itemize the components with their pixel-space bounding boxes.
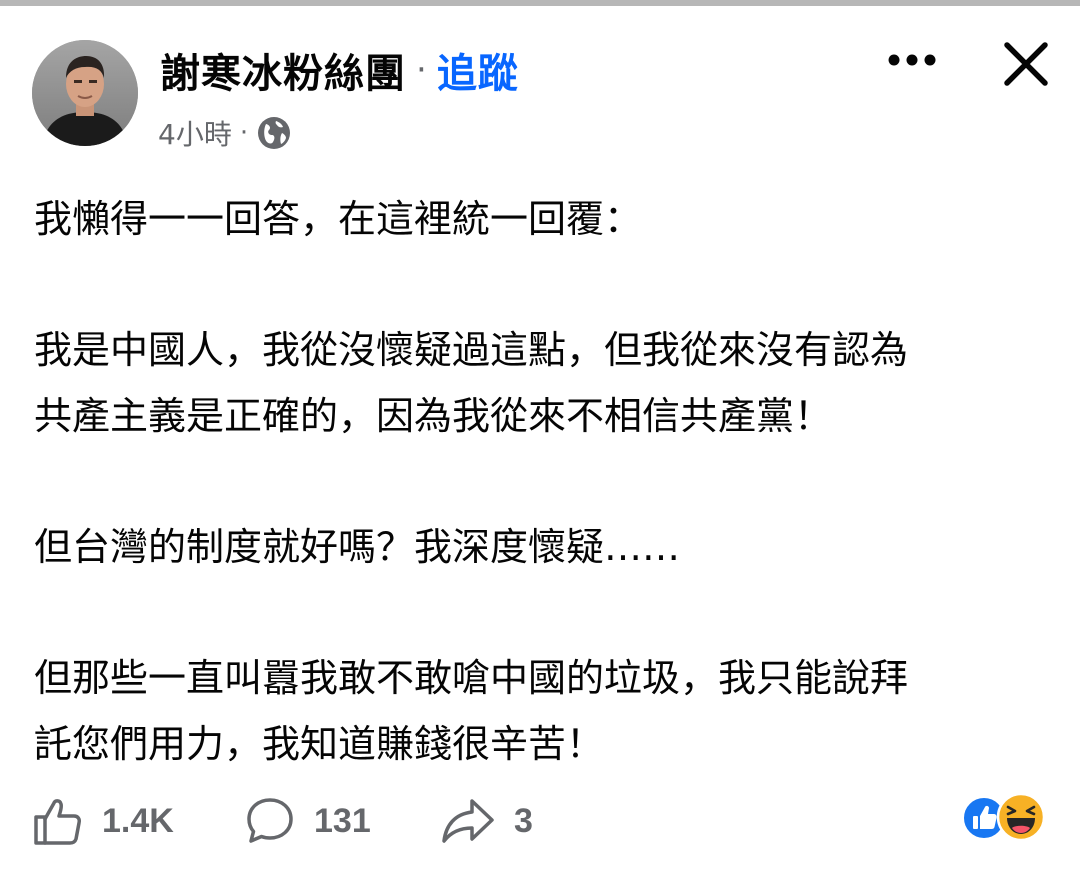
- post-body: 我懶得一一回答，在這裡統一回覆： 我是中國人，我從沒懷疑過這點，但我從來沒有認為…: [34, 186, 1054, 777]
- like-count: 1.4K: [102, 801, 174, 840]
- comment-bubble-icon: [247, 798, 293, 843]
- share-count: 3: [514, 801, 533, 840]
- post-paragraph: 但那些一直叫囂我敢不敢嗆中國的垃圾，我只能說拜 託您們用力，我知道賺錢很辛苦！: [34, 656, 909, 766]
- post-paragraph: 但台灣的制度就好嗎？我深度懷疑……: [34, 525, 681, 569]
- meta-separator: ·: [239, 118, 249, 148]
- comment-button[interactable]: 131: [244, 794, 371, 848]
- haha-reaction-icon: [996, 792, 1046, 842]
- post-paragraph: 我是中國人，我從沒懷疑過這點，但我從來沒有認為 共產主義是正確的，因為我從來不相…: [34, 328, 909, 438]
- post-meta: 4小時 ·: [158, 113, 292, 153]
- page-name-row: 謝寒冰粉絲團 · 追蹤: [160, 41, 519, 99]
- post-paragraph: 我懶得一一回答，在這裡統一回覆：: [34, 197, 643, 241]
- close-icon[interactable]: [1000, 38, 1052, 90]
- post-actions-bar: 1.4K 131 3: [0, 786, 1080, 856]
- share-arrow-icon: [442, 799, 494, 843]
- like-button[interactable]: 1.4K: [32, 794, 174, 848]
- thumbs-up-icon: [34, 799, 81, 845]
- avatar[interactable]: [32, 40, 138, 146]
- name-separator: ·: [416, 50, 427, 90]
- more-options-icon[interactable]: [886, 40, 938, 80]
- globe-icon[interactable]: [256, 115, 292, 151]
- follow-button[interactable]: 追蹤: [437, 41, 519, 99]
- post-timestamp[interactable]: 4小時: [158, 113, 232, 153]
- page-name[interactable]: 謝寒冰粉絲團: [160, 41, 406, 99]
- avatar-image: [32, 40, 138, 146]
- reaction-summary[interactable]: [962, 792, 1054, 844]
- post-header: 謝寒冰粉絲團 · 追蹤 4小時 ·: [0, 0, 1080, 170]
- share-button[interactable]: 3: [440, 794, 533, 848]
- comment-count: 131: [314, 801, 371, 840]
